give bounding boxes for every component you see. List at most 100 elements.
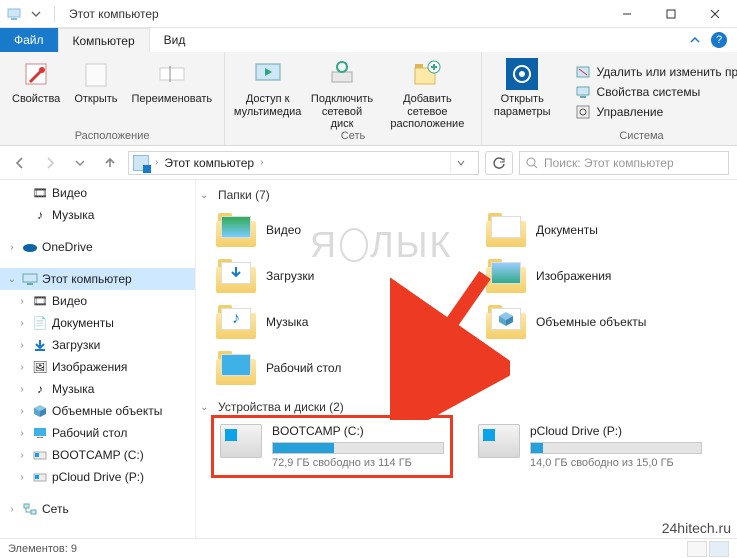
sidebar-item-desktop[interactable]: ›Рабочий стол: [0, 422, 195, 444]
ribbon-group-system: Открыть параметры Удалить или изменить п…: [482, 52, 737, 145]
folder-label: Объемные объекты: [536, 315, 646, 329]
chevron-right-icon[interactable]: ›: [155, 157, 158, 168]
download-icon: [32, 337, 48, 353]
address-dropdown-icon[interactable]: [457, 159, 465, 167]
navigation-pane: 🎞Видео ♪Музыка ›OneDrive ⌄Этот компьютер…: [0, 180, 196, 538]
search-icon: [526, 157, 538, 169]
sidebar-label: Документы: [52, 316, 114, 330]
refresh-button[interactable]: [485, 151, 513, 175]
sidebar-item-pictures[interactable]: ›🖼Изображения: [0, 356, 195, 378]
details-view-button[interactable]: [687, 541, 707, 557]
music-icon: ♪: [32, 381, 48, 397]
expand-icon[interactable]: ⌄: [6, 274, 18, 285]
system-properties-label: Свойства системы: [597, 85, 701, 99]
manage-button[interactable]: Управление: [571, 103, 737, 121]
folder-desktop[interactable]: Рабочий стол: [216, 346, 466, 390]
view-switcher: [687, 541, 729, 557]
folders-grid: Видео Документы Загрузки Изображения ♪ М…: [216, 208, 725, 390]
system-properties-icon: [575, 84, 591, 100]
minimize-button[interactable]: [605, 0, 649, 28]
search-placeholder: Поиск: Этот компьютер: [544, 156, 674, 170]
search-box[interactable]: Поиск: Этот компьютер: [519, 151, 729, 175]
media-access-label: Доступ к мультимедиа: [234, 93, 302, 118]
sidebar-item-network[interactable]: ›Сеть: [0, 498, 195, 520]
sidebar-item-documents[interactable]: ›📄Документы: [0, 312, 195, 334]
tiles-view-button[interactable]: [709, 541, 729, 557]
tab-computer[interactable]: Компьютер: [58, 28, 150, 52]
map-drive-icon: [326, 58, 358, 90]
map-drive-label: Подключить сетевой диск: [311, 93, 373, 131]
add-location-button[interactable]: Добавить сетевое расположение: [382, 56, 473, 131]
this-pc-icon: [6, 6, 22, 22]
sidebar-item-videos[interactable]: 🎞Видео: [0, 182, 195, 204]
up-button[interactable]: [98, 151, 122, 175]
collapse-icon[interactable]: ⌄: [200, 402, 212, 413]
collapse-ribbon-icon[interactable]: [689, 34, 701, 46]
system-properties-button[interactable]: Свойства системы: [571, 83, 737, 101]
rename-icon: [156, 58, 188, 90]
sidebar-item-downloads[interactable]: ›Загрузки: [0, 334, 195, 356]
sidebar-item-onedrive[interactable]: ›OneDrive: [0, 236, 195, 258]
map-drive-button[interactable]: Подключить сетевой диск: [308, 56, 376, 131]
settings-icon: [506, 58, 538, 90]
folder-documents[interactable]: Документы: [486, 208, 736, 252]
uninstall-button[interactable]: Удалить или изменить программу: [571, 63, 737, 81]
sidebar-item-music[interactable]: ♪Музыка: [0, 204, 195, 226]
folder-pictures[interactable]: Изображения: [486, 254, 736, 298]
group-drives-header[interactable]: ⌄ Устройства и диски (2): [200, 400, 725, 414]
sidebar-label: BOOTCAMP (C:): [52, 448, 144, 462]
close-button[interactable]: [693, 0, 737, 28]
sidebar-label: Музыка: [52, 382, 94, 396]
sidebar-item-videos-2[interactable]: ›🎞Видео: [0, 290, 195, 312]
title-bar: Этот компьютер: [0, 0, 737, 28]
drive-bootcamp[interactable]: BOOTCAMP (C:) 72,9 ГБ свободно из 114 ГБ: [216, 420, 448, 473]
open-settings-button[interactable]: Открыть параметры: [490, 56, 555, 118]
rename-button[interactable]: Переименовать: [128, 56, 217, 106]
sidebar-item-music-2[interactable]: ›♪Музыка: [0, 378, 195, 400]
group-network-label: Сеть: [341, 128, 365, 142]
address-bar[interactable]: › Этот компьютер ›: [128, 151, 479, 175]
qat-dropdown-icon[interactable]: [28, 6, 44, 22]
folder-icon: [486, 259, 526, 293]
sidebar-label: OneDrive: [42, 240, 93, 254]
properties-button[interactable]: Свойства: [8, 56, 64, 106]
properties-label: Свойства: [12, 93, 60, 106]
folder-label: Видео: [266, 223, 301, 237]
back-button[interactable]: [8, 151, 32, 175]
breadcrumb-root[interactable]: Этот компьютер: [164, 156, 254, 170]
quick-access-toolbar: [6, 6, 59, 22]
ribbon-group-location: Свойства Открыть Переименовать Расположе…: [0, 52, 225, 145]
this-pc-icon: [22, 271, 38, 287]
help-icon[interactable]: ?: [711, 32, 727, 48]
open-button[interactable]: Открыть: [70, 56, 121, 106]
drives-row: BOOTCAMP (C:) 72,9 ГБ свободно из 114 ГБ…: [216, 420, 725, 473]
maximize-button[interactable]: [649, 0, 693, 28]
forward-button[interactable]: [38, 151, 62, 175]
tab-view[interactable]: Вид: [150, 28, 200, 52]
capacity-bar: [530, 442, 702, 454]
ribbon: Свойства Открыть Переименовать Расположе…: [0, 52, 737, 146]
content-pane: ⌄ Папки (7) Видео Документы Загрузки Изо…: [196, 180, 737, 538]
folder-3d-objects[interactable]: Объемные объекты: [486, 300, 736, 344]
media-access-button[interactable]: Доступ к мультимедиа: [233, 56, 302, 118]
sidebar-item-this-pc[interactable]: ⌄Этот компьютер: [0, 268, 195, 290]
folder-videos[interactable]: Видео: [216, 208, 466, 252]
folder-icon: [216, 259, 256, 293]
folder-music[interactable]: ♪ Музыка: [216, 300, 466, 344]
cube-icon: [32, 403, 48, 419]
drive-pcloud[interactable]: pCloud Drive (P:) 14,0 ГБ свободно из 15…: [474, 420, 706, 473]
add-location-icon: [411, 58, 443, 90]
sidebar-item-3d-objects[interactable]: ›Объемные объекты: [0, 400, 195, 422]
chevron-right-icon[interactable]: ›: [260, 157, 263, 168]
sidebar-item-bootcamp[interactable]: ›BOOTCAMP (C:): [0, 444, 195, 466]
sidebar-item-pcloud[interactable]: ›pCloud Drive (P:): [0, 466, 195, 488]
main-area: 🎞Видео ♪Музыка ›OneDrive ⌄Этот компьютер…: [0, 180, 737, 538]
recent-locations-button[interactable]: [68, 151, 92, 175]
group-folders-header[interactable]: ⌄ Папки (7): [200, 188, 725, 202]
add-location-label: Добавить сетевое расположение: [386, 93, 469, 131]
qat-separator: [54, 6, 55, 22]
collapse-icon[interactable]: ⌄: [200, 190, 212, 201]
folder-downloads[interactable]: Загрузки: [216, 254, 466, 298]
tab-file[interactable]: Файл: [0, 28, 58, 52]
drive-free-text: 14,0 ГБ свободно из 15,0 ГБ: [530, 457, 702, 469]
